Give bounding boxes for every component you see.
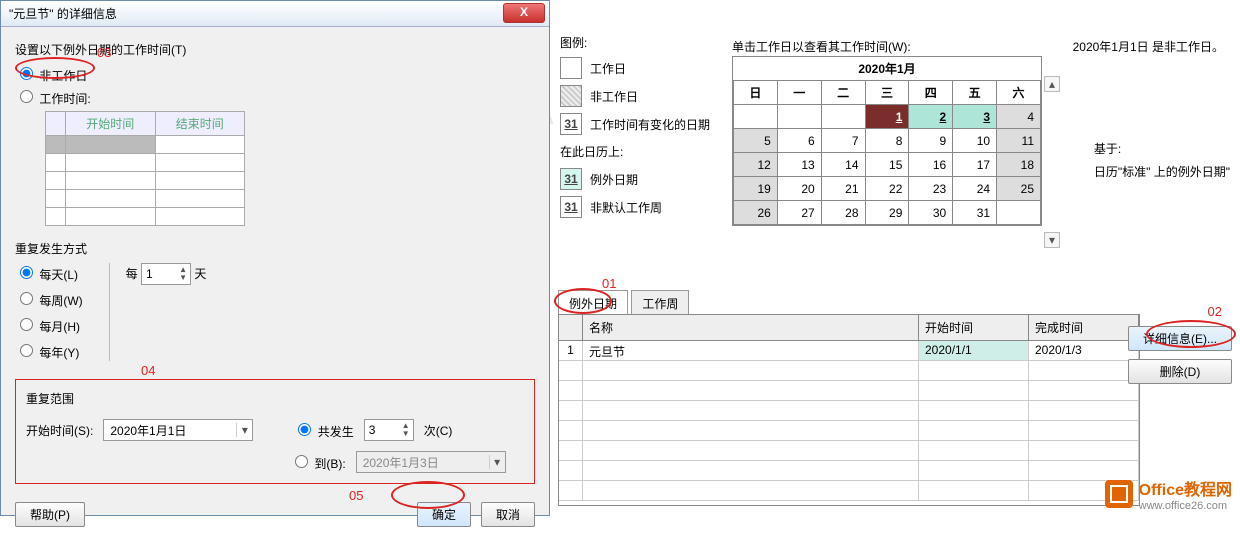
tab-workweek[interactable]: 工作周	[631, 290, 689, 316]
radio-occurrences[interactable]: 共发生	[293, 420, 353, 440]
swatch-nondefweek: 31	[560, 196, 582, 218]
radio-yearly[interactable]: 每年(Y)	[15, 341, 83, 361]
swatch-nonworkday	[560, 85, 582, 107]
logo: Office教程网www.office26.com	[1105, 476, 1232, 512]
help-button[interactable]: 帮助(P)	[15, 502, 85, 527]
details-button[interactable]: 详细信息(E)...	[1128, 326, 1232, 351]
legend-label: 图例:	[560, 34, 710, 51]
radio-weekly[interactable]: 每周(W)	[15, 289, 83, 309]
radio-daily[interactable]: 每天(L)	[15, 263, 83, 283]
swatch-exception: 31	[560, 168, 582, 190]
logo-icon	[1105, 480, 1133, 508]
calendar-panel: 图例: 工作日 非工作日 31工作时间有变化的日期 在此日历上: 31例外日期 …	[552, 0, 1240, 518]
ok-button[interactable]: 确定	[417, 502, 471, 527]
occurrences-input[interactable]: ▲▼	[364, 419, 414, 441]
close-icon[interactable]: X	[503, 3, 545, 23]
radio-worktime[interactable]: 工作时间:	[15, 92, 91, 106]
radio-monthly[interactable]: 每月(H)	[15, 315, 83, 335]
dialog-title: "元旦节" 的详细信息	[1, 1, 549, 27]
set-worktime-label: 设置以下例外日期的工作时间(T)	[15, 41, 535, 58]
tab-exceptions[interactable]: 例外日期	[558, 290, 628, 316]
date-status: 2020年1月1日 是非工作日。	[1073, 38, 1224, 55]
range-box: 重复范围 开始时间(S): 2020年1月1日▾ 共发生 ▲▼ 次(C) 到(B…	[15, 379, 535, 484]
radio-nonworkday[interactable]: 非工作日	[15, 69, 87, 83]
month-calendar[interactable]: 2020年1月 日一二三四五六 1234 567891011 121314151…	[732, 56, 1042, 226]
cal-next-icon[interactable]: ▾	[1044, 232, 1060, 248]
start-time-label: 开始时间(S):	[26, 422, 93, 439]
start-date-dropdown[interactable]: 2020年1月1日▾	[103, 419, 253, 441]
table-row[interactable]: 1 元旦节 2020/1/1 2020/1/3	[559, 341, 1139, 361]
worktime-grid[interactable]: 开始时间结束时间	[45, 111, 245, 226]
calendar-hint: 单击工作日以查看其工作时间(W):	[732, 38, 911, 55]
exceptions-grid[interactable]: 名称 开始时间 完成时间 1 元旦节 2020/1/1 2020/1/3	[558, 314, 1140, 506]
range-label: 重复范围	[26, 390, 524, 407]
details-dialog: "元旦节" 的详细信息 X 设置以下例外日期的工作时间(T) 非工作日 工作时间…	[0, 0, 550, 516]
radio-until[interactable]: 到(B):	[290, 452, 346, 472]
swatch-workday	[560, 57, 582, 79]
until-date-dropdown: 2020年1月3日▾	[356, 451, 506, 473]
delete-button[interactable]: 删除(D)	[1128, 359, 1232, 384]
recurrence-label: 重复发生方式	[15, 240, 535, 257]
cancel-button[interactable]: 取消	[481, 502, 535, 527]
swatch-editedwork: 31	[560, 113, 582, 135]
cal-prev-icon[interactable]: ▴	[1044, 76, 1060, 92]
every-n-days-input[interactable]: ▲▼	[141, 263, 191, 285]
